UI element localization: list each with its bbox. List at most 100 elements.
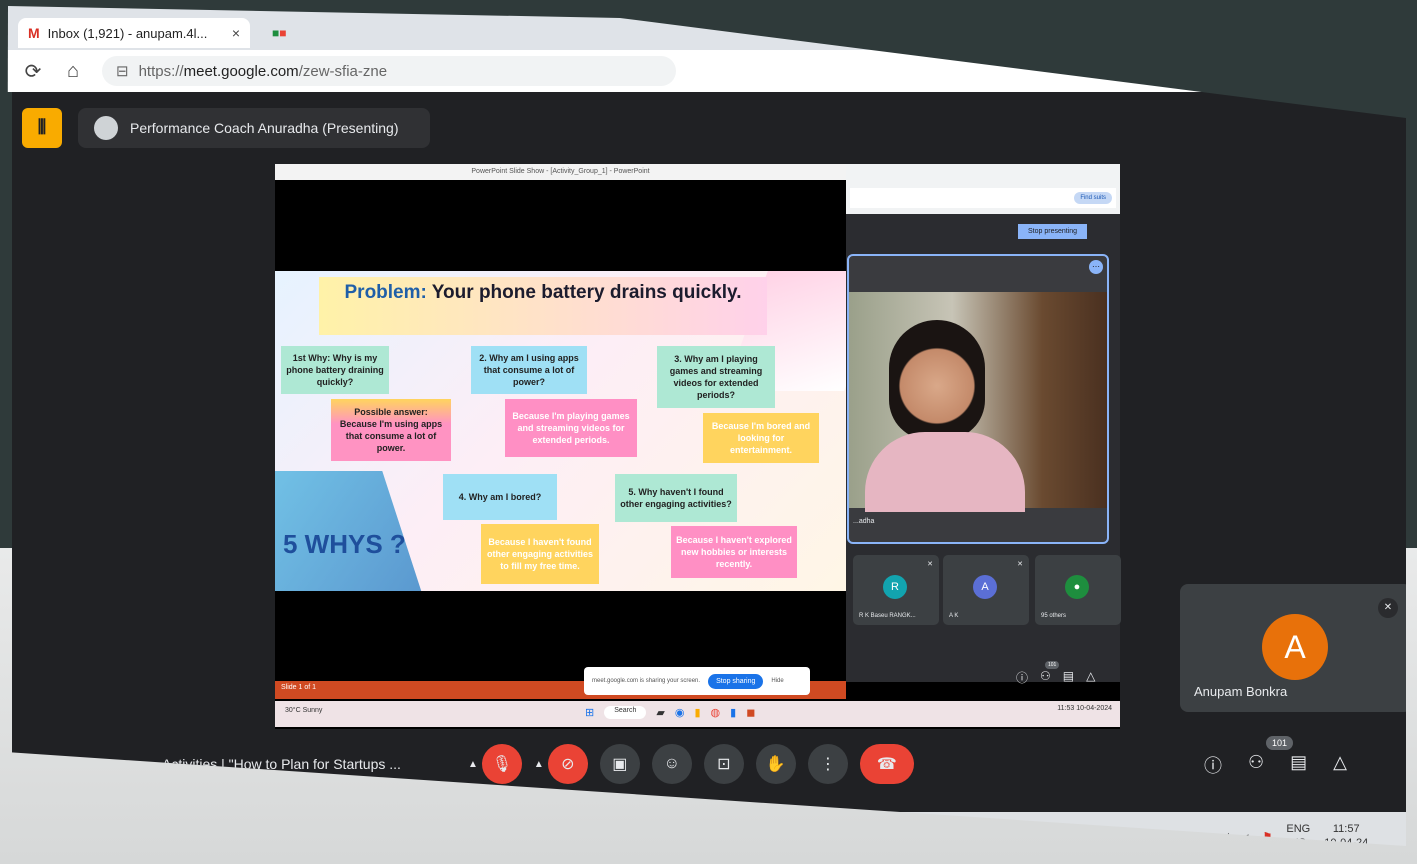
taskbar-apps: ⊞ Search ▰ ◉ ▮ ◍ ▮ ◼ — [585, 706, 755, 719]
emoji-icon: ☺ — [663, 755, 680, 772]
app-icon[interactable]: ▮ — [694, 706, 700, 719]
participant-name: R K Baseu RANGK... — [859, 613, 916, 619]
mic-off-icon: ✕ — [1017, 561, 1023, 568]
people-icon[interactable]: ⚇ — [1040, 669, 1051, 686]
why-card-2: 2. Why am I using apps that consume a lo… — [471, 346, 587, 394]
self-name: Anupam Bonkra — [1194, 684, 1288, 699]
meet-controls: ▲ 🎙 ▲ ⊘ ▣ ☺ ⊡ ✋ ⋮ ☎ — [468, 744, 914, 784]
taskbar-clock: 11:53 10-04-2024 — [1057, 705, 1112, 712]
inner-find-button[interactable]: Find suits — [1074, 192, 1112, 204]
taskbar-search[interactable]: Search — [604, 706, 647, 719]
raise-hand-icon: ✋ — [765, 756, 786, 773]
site-info-icon[interactable]: ⊟ — [116, 62, 129, 80]
speaker-video-tile: ⋯ ...adha — [847, 254, 1109, 544]
speaker-body — [865, 432, 1025, 512]
reactions-button[interactable]: ☺ — [651, 744, 692, 784]
activities-icon[interactable]: △ — [1333, 752, 1347, 778]
participant-avatar: R — [883, 575, 907, 599]
monitor-photo: M Inbox (1,921) - anupam.4l... × ■■ ⟳ ⌂ … — [6, 6, 1406, 846]
slide-5whys-label: 5 WHYS ? — [283, 529, 406, 559]
more-icon: ⋮ — [819, 756, 836, 773]
url-text: https://meet.google.com/zew-sfia-zne — [138, 62, 388, 80]
raise-hand-button[interactable]: ✋ — [755, 744, 796, 784]
app-icon[interactable]: ◉ — [675, 706, 685, 719]
participant-tile: ● 95 others — [1035, 555, 1121, 625]
home-icon[interactable]: ⌂ — [62, 60, 84, 83]
chrome-icon[interactable]: ◍ — [711, 706, 721, 719]
answer-card-1: Possible answer: Because I'm using apps … — [331, 399, 451, 461]
more-options-button[interactable]: ⋮ — [807, 744, 848, 784]
camera-toggle-button[interactable]: ⊘ — [547, 744, 588, 784]
browser-toolbar: ⟳ ⌂ ⊟ https://meet.google.com/zew-sfia-z… — [6, 50, 1406, 92]
answer-card-4: Because I haven't found other engaging a… — [481, 524, 599, 584]
stop-sharing-button[interactable]: Stop sharing — [708, 673, 764, 689]
info-icon[interactable]: ⓘ — [1016, 669, 1028, 686]
why-card-5: 5. Why haven't I found other engaging ac… — [615, 474, 737, 522]
self-video-tile: ✕ A Anupam Bonkra — [1180, 584, 1406, 712]
mic-off-icon: ✕ — [1378, 598, 1398, 618]
answer-card-2: Because I'm playing games and streaming … — [505, 399, 637, 457]
tile-more-icon[interactable]: ⋯ — [1089, 260, 1103, 274]
people-icon[interactable]: ⚇ — [1248, 752, 1264, 778]
reload-icon[interactable]: ⟳ — [22, 59, 44, 84]
chat-icon[interactable]: ▤ — [1290, 752, 1307, 778]
mic-toggle-button[interactable]: 🎙 — [481, 744, 522, 784]
stop-presenting-button[interactable]: Stop presenting — [1018, 224, 1088, 239]
powerpoint-titlebar: PowerPoint Slide Show - [Activity_Group_… — [275, 164, 846, 180]
why-card-4: 4. Why am I bored? — [443, 474, 557, 520]
speaker-video — [849, 292, 1107, 512]
weather-widget: 30°C Sunny — [285, 707, 323, 714]
participant-tile: R ✕ R K Baseu RANGK... — [853, 555, 939, 625]
tab-meet-icon[interactable]: ■■ — [272, 26, 287, 40]
app-icon[interactable]: ▰ — [656, 706, 664, 719]
start-icon[interactable]: ⊞ — [585, 706, 594, 719]
chevron-up-icon[interactable]: ▲ — [468, 759, 478, 770]
close-icon[interactable]: × — [232, 25, 240, 41]
slide-title: Problem: Your phone battery drains quick… — [319, 277, 767, 335]
inner-browser-toolbar: Find suits — [846, 164, 1120, 214]
address-bar[interactable]: ⊟ https://meet.google.com/zew-sfia-zne — [102, 56, 676, 86]
speaker-face — [889, 320, 985, 440]
gmail-icon: M — [28, 25, 40, 41]
meet-header: ⫴ Performance Coach Anuradha (Presenting… — [22, 108, 430, 148]
info-icon[interactable]: ⓘ — [1204, 752, 1222, 778]
presenter-label: Performance Coach Anuradha (Presenting) — [130, 120, 399, 136]
hide-button[interactable]: Hide — [771, 678, 783, 684]
presenter-pill: Performance Coach Anuradha (Presenting) — [78, 108, 430, 148]
app-icon[interactable]: ▮ — [730, 706, 736, 719]
participant-avatar: A — [973, 575, 997, 599]
shared-screen: PowerPoint Slide Show - [Activity_Group_… — [275, 164, 1121, 729]
tab-title: Inbox (1,921) - anupam.4l... — [47, 25, 208, 41]
share-notice-text: meet.google.com is sharing your screen. — [592, 678, 701, 684]
answer-card-3: Because I'm bored and looking for entert… — [703, 413, 819, 463]
inner-participant-count: 101 — [1045, 661, 1060, 669]
others-avatar-group: ● — [1065, 575, 1089, 599]
captions-icon: ▣ — [612, 756, 628, 773]
meet-layout-icon[interactable]: ⫴ — [22, 108, 62, 148]
slide: Problem: Your phone battery drains quick… — [275, 271, 846, 591]
participant-tile: A ✕ A K — [943, 555, 1029, 625]
participant-count-badge: 101 — [1266, 736, 1294, 750]
inner-meet-controls: ⓘ ⚇ ▤ △ — [1016, 669, 1095, 686]
captions-button[interactable]: ▣ — [599, 744, 640, 784]
shared-windows-taskbar: 30°C Sunny ⊞ Search ▰ ◉ ▮ ◍ ▮ ◼ 11:53 10… — [275, 701, 1120, 727]
meet-window: ⫴ Performance Coach Anuradha (Presenting… — [12, 92, 1406, 812]
browser-tabstrip: M Inbox (1,921) - anupam.4l... × ■■ — [6, 6, 1406, 50]
activities-icon[interactable]: △ — [1086, 669, 1095, 686]
answer-card-5: Because I haven't explored new hobbies o… — [671, 526, 797, 578]
speaker-name: ...adha — [853, 518, 875, 525]
presenter-avatar — [94, 116, 118, 140]
participant-name: A K — [949, 613, 959, 619]
camera-off-icon: ⊘ — [561, 756, 575, 773]
present-button[interactable]: ⊡ — [703, 744, 744, 784]
why-card-1: 1st Why: Why is my phone battery drainin… — [281, 346, 389, 394]
tab-gmail[interactable]: M Inbox (1,921) - anupam.4l... × — [18, 18, 250, 48]
mic-off-icon: 🎙 — [491, 756, 513, 773]
chat-icon[interactable]: ▤ — [1063, 669, 1074, 686]
why-card-3: 3. Why am I playing games and streaming … — [657, 346, 775, 408]
self-avatar: A — [1262, 614, 1328, 680]
chevron-up-icon[interactable]: ▲ — [534, 759, 544, 770]
participant-name: 95 others — [1041, 613, 1067, 619]
powerpoint-icon[interactable]: ◼ — [746, 706, 755, 719]
leave-call-button[interactable]: ☎ — [859, 744, 914, 784]
